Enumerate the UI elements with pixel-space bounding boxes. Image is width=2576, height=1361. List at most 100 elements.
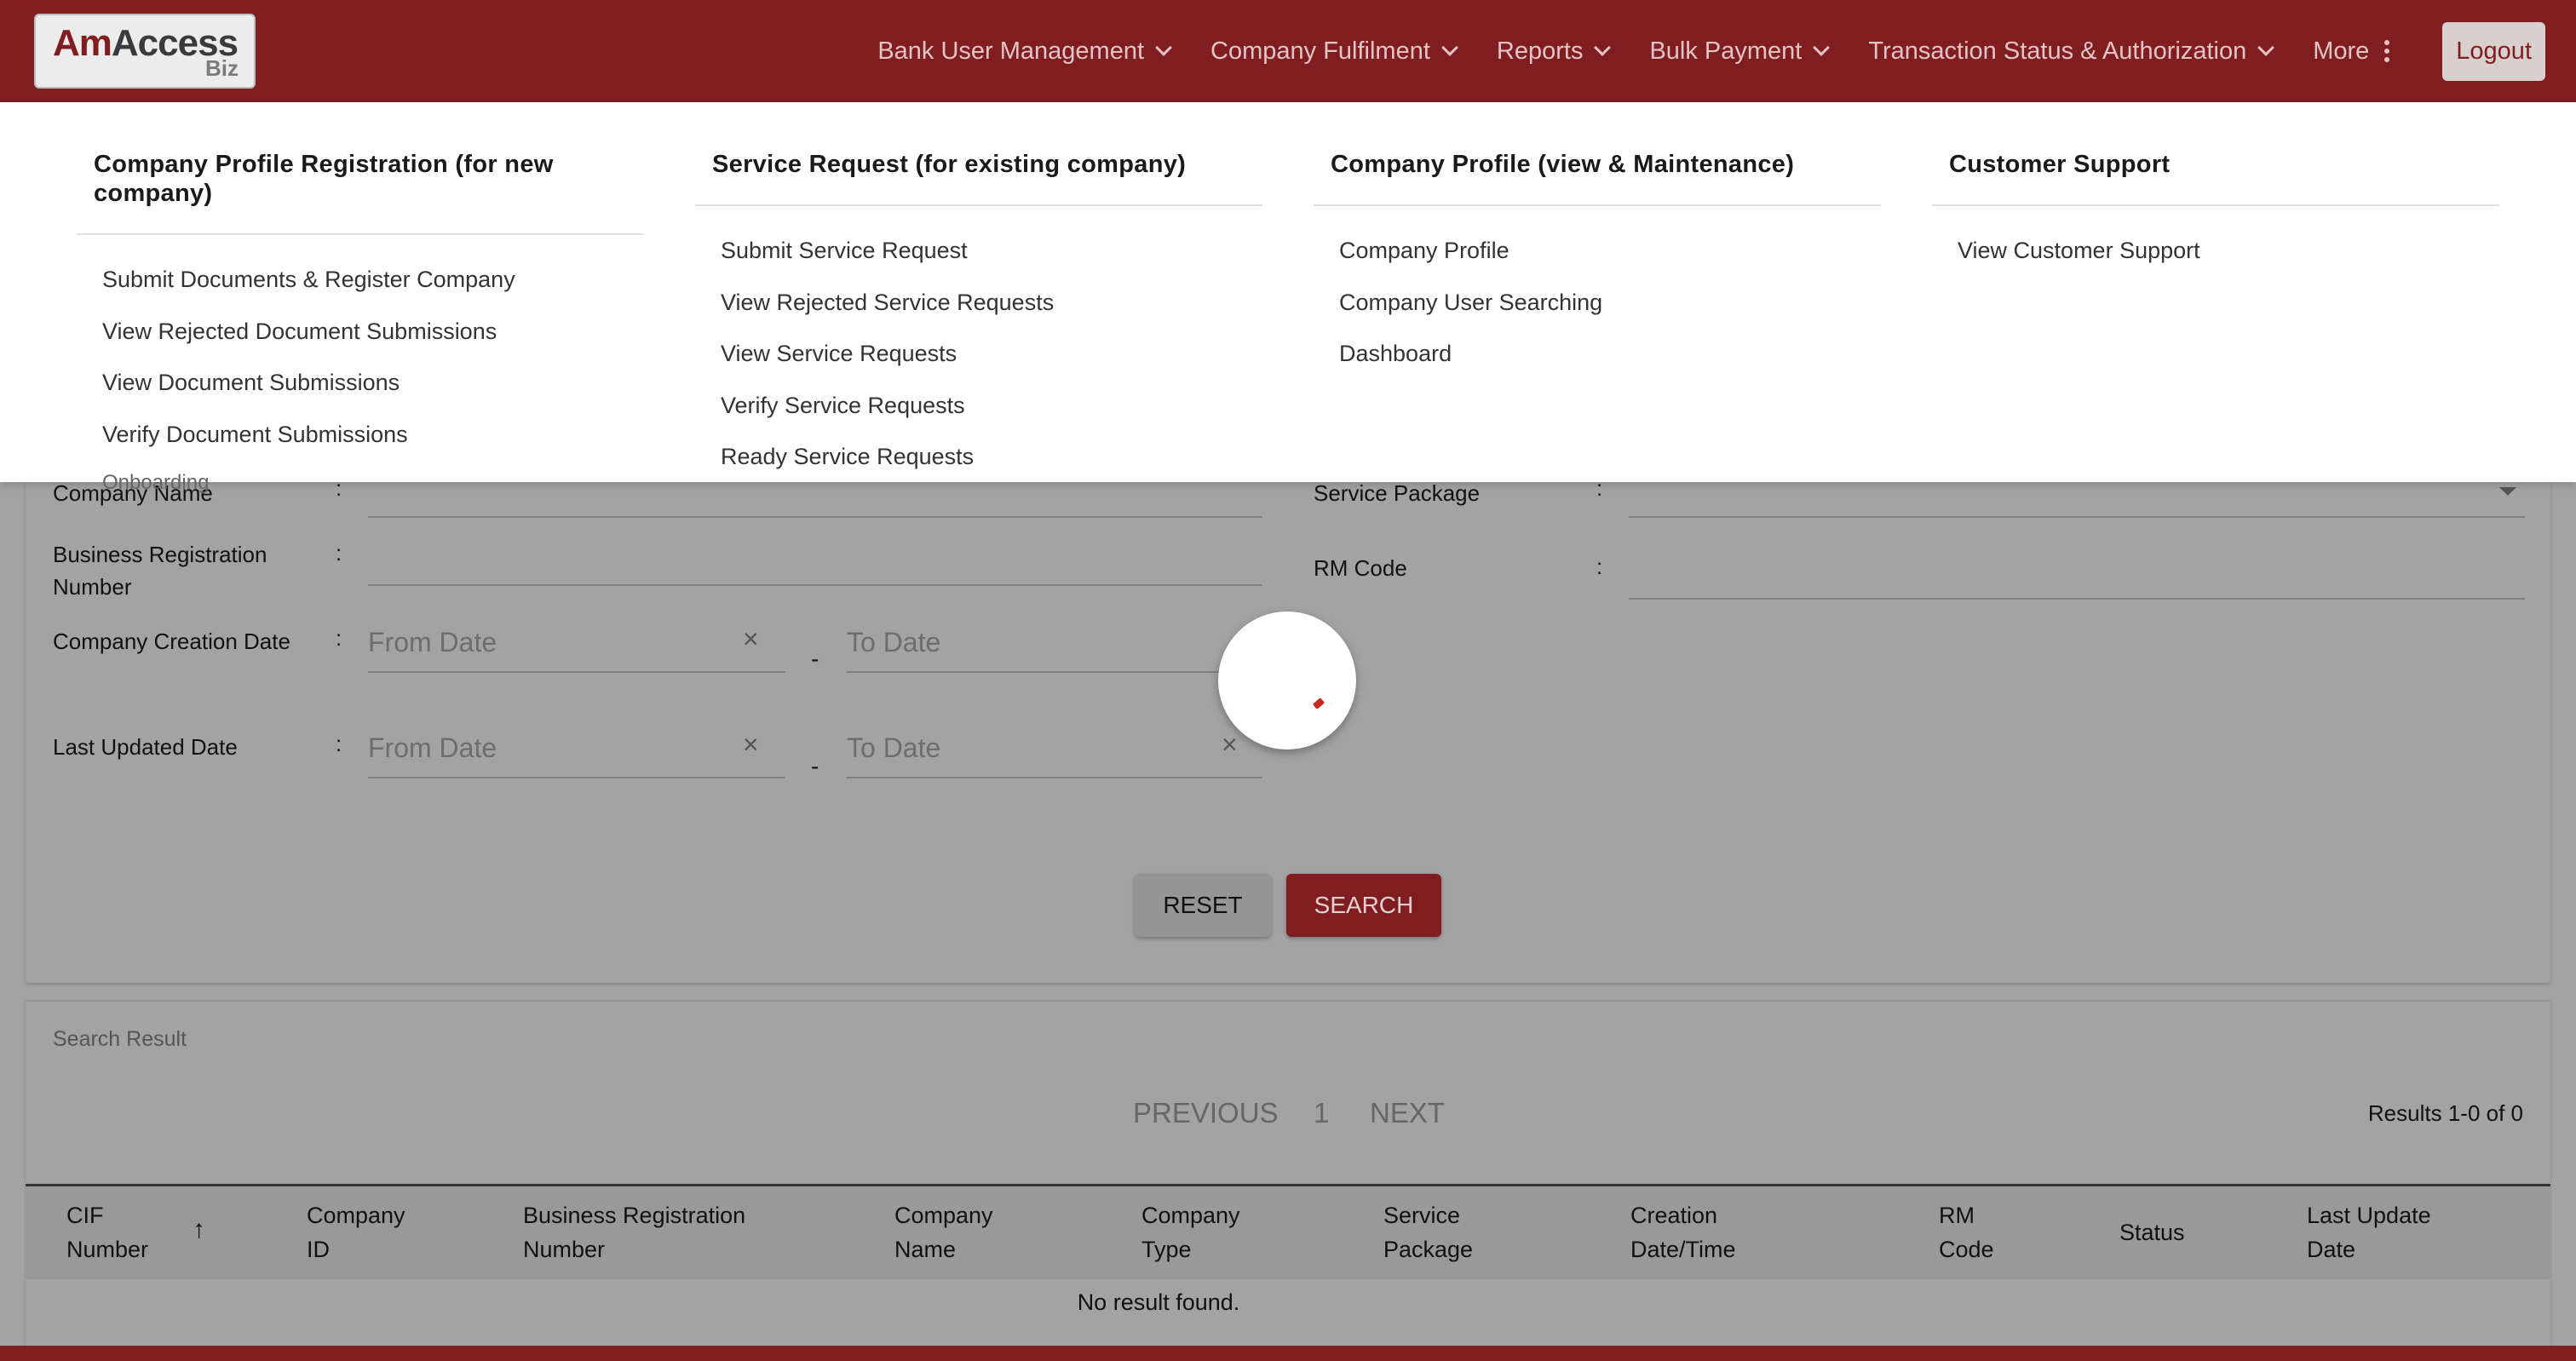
business-registration-number-label: Business Registration Number [53, 542, 267, 600]
service-package-select[interactable] [1629, 516, 2525, 518]
menu-item[interactable]: Submit Documents & Register Company [77, 254, 644, 306]
empty-state-text: No result found. [1077, 1289, 1240, 1315]
chevron-down-icon [1155, 39, 1172, 56]
menu-item[interactable]: Dashboard [1314, 328, 1881, 380]
menu-item[interactable]: View Rejected Document Submissions [77, 306, 644, 358]
column-header-last-update[interactable]: Last Update Date [2307, 1198, 2431, 1266]
company-name-input[interactable] [368, 516, 1262, 518]
more-vertical-icon [2384, 40, 2390, 62]
divider [695, 204, 1262, 206]
nav-transaction-status[interactable]: Transaction Status & Authorization [1868, 37, 2275, 66]
next-page-button[interactable]: NEXT [1370, 1097, 1445, 1129]
column-header-company-name[interactable]: Company Name [894, 1198, 993, 1266]
company-fulfilment-mega-menu: Company Profile Registration (for new co… [0, 102, 2576, 482]
nav-label: Reports [1496, 37, 1584, 65]
chevron-down-icon [1594, 39, 1612, 56]
column-header-status[interactable]: Status [2119, 1215, 2185, 1249]
chevron-down-icon [1813, 39, 1831, 56]
chevron-down-icon [1441, 39, 1458, 56]
divider [1932, 204, 2499, 206]
menu-column-title: Company Profile Registration (for new co… [94, 151, 554, 207]
clear-icon[interactable]: × [743, 623, 759, 655]
main-nav: Bank User Management Company Fulfilment … [837, 0, 2545, 102]
updated-from-date-input[interactable]: From Date [368, 732, 497, 764]
menu-item[interactable]: Verify Document Submissions [77, 409, 644, 461]
column-header-service-package[interactable]: Service Package [1383, 1198, 1473, 1266]
sort-ascending-icon[interactable]: ↑ [193, 1215, 205, 1244]
chevron-down-icon [2257, 39, 2275, 56]
nav-more[interactable]: More [2313, 37, 2390, 66]
search-result-title: Search Result [53, 1027, 187, 1051]
menu-item[interactable]: View Rejected Service Requests [695, 277, 1262, 329]
menu-item[interactable]: View Document Submissions [77, 357, 644, 409]
menu-item[interactable]: Submit Service Request [695, 225, 1262, 277]
search-result-card: Search Result PREVIOUS 1 NEXT Results 1-… [26, 1002, 2550, 1361]
last-updated-date-label: Last Updated Date [53, 734, 238, 760]
nav-company-fulfilment[interactable]: Company Fulfilment [1210, 37, 1458, 66]
nav-label: Company Fulfilment [1210, 37, 1430, 65]
colon: : [1596, 554, 1603, 579]
menu-item[interactable]: View Customer Support [1932, 225, 2499, 277]
clear-icon[interactable]: × [1222, 729, 1238, 761]
creation-from-date-input[interactable]: From Date [368, 627, 497, 658]
dropdown-caret-icon [2499, 487, 2516, 496]
table-header: CIF Number ↑ Company ID Business Registrat… [26, 1184, 2550, 1279]
updated-to-date-input[interactable]: To Date [847, 732, 940, 764]
input-underline [368, 671, 785, 673]
nav-label: Transaction Status & Authorization [1868, 37, 2247, 65]
divider [1314, 204, 1881, 206]
footer-bar [0, 1346, 2576, 1361]
nav-label: More [2313, 37, 2370, 65]
spinner-indicator-icon [1312, 698, 1325, 709]
reset-button[interactable]: RESET [1135, 874, 1271, 937]
menu-column-service-request: Service Request (for existing company) S… [695, 150, 1262, 483]
menu-item[interactable]: Company User Searching [1314, 277, 1881, 329]
colon: : [336, 731, 342, 756]
menu-item[interactable]: Company Profile [1314, 225, 1881, 277]
input-underline [368, 777, 785, 778]
clear-icon[interactable]: × [743, 729, 759, 761]
menu-column-company-profile: Company Profile (view & Maintenance) Com… [1314, 150, 1881, 380]
previous-page-button[interactable]: PREVIOUS [1133, 1097, 1279, 1129]
column-header-rm-code[interactable]: RM Code [1939, 1198, 1994, 1266]
colon: : [336, 625, 342, 651]
colon: : [336, 540, 342, 566]
menu-column-title: Service Request (for existing company) [712, 151, 1187, 178]
input-underline [847, 777, 1262, 778]
menu-item[interactable]: Ready Service Requests [695, 431, 1262, 483]
logout-button[interactable]: Logout [2442, 21, 2545, 81]
nav-label: Bulk Payment [1649, 37, 1803, 65]
divider [77, 233, 644, 235]
menu-item[interactable]: Verify Service Requests [695, 380, 1262, 432]
loading-spinner [1218, 612, 1356, 749]
top-header: AmAccess Biz Bank User Management Compan… [0, 0, 2576, 102]
nav-bank-user-management[interactable]: Bank User Management [877, 37, 1172, 66]
menu-column-customer-support: Customer Support View Customer Support [1932, 150, 2499, 277]
brn-input[interactable] [368, 584, 1262, 586]
page-number[interactable]: 1 [1314, 1097, 1329, 1129]
column-header-company-id[interactable]: Company ID [307, 1198, 405, 1266]
rm-code-input[interactable] [1629, 598, 2525, 600]
menu-item-partial[interactable]: Onboarding [102, 471, 209, 495]
input-underline [847, 671, 1262, 673]
nav-label: Bank User Management [877, 37, 1145, 65]
results-count: Results 1-0 of 0 [2367, 1100, 2523, 1126]
logo-biz-text: Biz [205, 55, 239, 81]
nav-reports[interactable]: Reports [1496, 37, 1612, 66]
column-header-brn[interactable]: Business Registration Number [523, 1198, 745, 1266]
nav-bulk-payment[interactable]: Bulk Payment [1649, 37, 1831, 66]
range-dash: - [811, 646, 819, 672]
menu-column-registration: Company Profile Registration (for new co… [77, 150, 644, 460]
menu-column-title: Company Profile (view & Maintenance) [1331, 151, 1795, 178]
company-creation-date-label: Company Creation Date [53, 629, 290, 654]
amaccess-biz-logo[interactable]: AmAccess Biz [34, 14, 256, 89]
column-header-creation-date[interactable]: Creation Date/Time [1630, 1198, 1736, 1266]
menu-item[interactable]: View Service Requests [695, 328, 1262, 380]
column-header-cif-number[interactable]: CIF Number [66, 1198, 148, 1266]
menu-column-title: Customer Support [1949, 151, 2171, 178]
rm-code-label: RM Code [1314, 555, 1407, 581]
range-dash: - [811, 753, 819, 779]
column-header-company-type[interactable]: Company Type [1141, 1198, 1240, 1266]
search-button[interactable]: SEARCH [1286, 874, 1441, 937]
creation-to-date-input[interactable]: To Date [847, 627, 940, 658]
